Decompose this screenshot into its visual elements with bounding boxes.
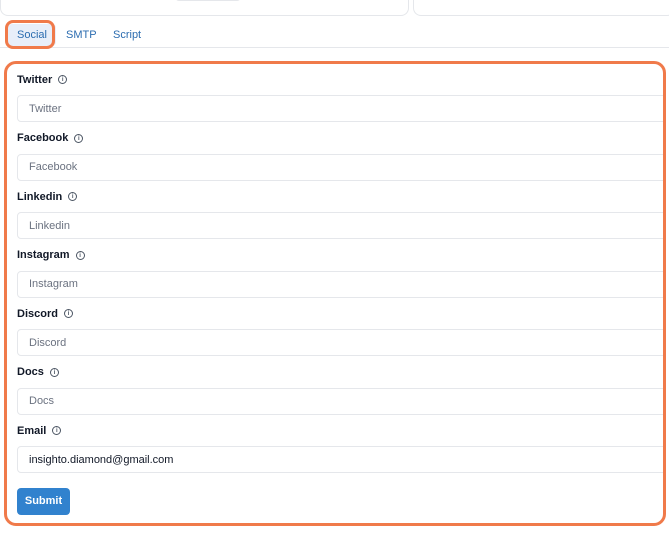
field-label-email: Email i xyxy=(17,422,663,439)
field-label-linkedin: Linkedin i xyxy=(17,188,663,205)
info-circle-icon[interactable]: i xyxy=(58,75,68,84)
docs-input[interactable] xyxy=(17,387,663,415)
label-text: Discord xyxy=(17,307,58,320)
field-docs: Docs i xyxy=(17,364,663,423)
info-circle-icon[interactable]: i xyxy=(63,309,73,318)
discord-input[interactable] xyxy=(17,329,663,356)
field-facebook: Facebook i xyxy=(17,130,663,189)
tab-social[interactable]: Social xyxy=(8,24,56,46)
label-text: Facebook xyxy=(17,132,69,144)
label-text: Email xyxy=(17,424,47,437)
field-label-discord: Discord i xyxy=(17,305,663,322)
twitter-input[interactable] xyxy=(17,95,663,122)
linkedin-input[interactable] xyxy=(17,212,663,239)
instagram-input[interactable] xyxy=(17,270,663,298)
top-card-button[interactable] xyxy=(175,0,241,1)
info-circle-icon[interactable]: i xyxy=(68,192,78,201)
label-text: Docs xyxy=(17,366,44,378)
info-circle-icon[interactable]: i xyxy=(75,250,85,260)
label-text: Twitter xyxy=(17,73,53,86)
field-instagram: Instagram i xyxy=(17,247,663,306)
facebook-input[interactable] xyxy=(17,153,663,181)
info-circle-icon[interactable]: i xyxy=(52,426,62,435)
field-discord: Discord i xyxy=(17,305,663,364)
info-circle-icon[interactable]: i xyxy=(49,367,59,377)
tab-script[interactable]: Script xyxy=(104,24,150,46)
field-label-docs: Docs i xyxy=(17,364,663,381)
top-card-right xyxy=(413,0,669,16)
field-twitter: Twitter i xyxy=(17,71,663,130)
field-linkedin: Linkedin i xyxy=(17,188,663,247)
email-input[interactable] xyxy=(17,446,663,473)
submit-button[interactable]: Submit xyxy=(17,487,70,515)
tab-bar: Social SMTP Script xyxy=(0,20,669,48)
field-label-instagram: Instagram i xyxy=(17,247,663,264)
field-label-facebook: Facebook i xyxy=(17,130,663,147)
info-circle-icon[interactable]: i xyxy=(74,133,84,143)
field-email: Email i xyxy=(17,422,663,481)
top-card-left xyxy=(0,0,409,16)
label-text: Instagram xyxy=(17,249,70,261)
settings-page: Social SMTP Script Twitter i Facebook i … xyxy=(0,0,669,552)
field-label-twitter: Twitter i xyxy=(17,71,663,88)
social-form: Twitter i Facebook i Linkedin i Instagra… xyxy=(4,61,666,526)
label-text: Linkedin xyxy=(17,190,63,203)
tab-smtp[interactable]: SMTP xyxy=(57,24,106,46)
